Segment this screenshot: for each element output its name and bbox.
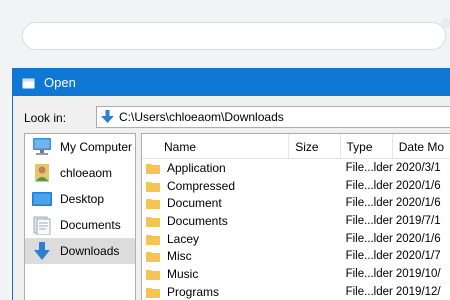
folder-icon: [146, 199, 160, 210]
folder-icon: [146, 269, 160, 280]
file-type: File...lder: [345, 267, 393, 280]
avatar[interactable]: [441, 18, 450, 28]
file-row[interactable]: Application File...lder 2020/3/1: [142, 159, 450, 177]
look-in-combobox[interactable]: C:\Users\chloeaom\Downloads: [96, 106, 450, 128]
download-arrow-icon: [101, 110, 114, 123]
file-row[interactable]: Misc File...lder 2020/1/7: [142, 247, 450, 265]
place-label: chloeaom: [60, 166, 113, 180]
folder-icon: [146, 252, 160, 263]
file-name: Application: [167, 160, 226, 175]
file-row[interactable]: Documents File...lder 2019/7/1: [142, 212, 450, 230]
look-in-label: Look in:: [24, 111, 67, 125]
file-type: File...lder: [345, 197, 393, 210]
window-icon: [22, 78, 35, 88]
file-name: Compressed: [167, 178, 236, 193]
file-name: Lacey: [167, 231, 200, 246]
file-date: 2020/1/7: [395, 250, 441, 263]
computer-icon: [31, 137, 53, 157]
file-type: File...lder: [345, 285, 393, 298]
file-row[interactable]: Compressed File...lder 2020/1/6: [142, 177, 450, 195]
folder-icon: [146, 287, 160, 298]
place-documents[interactable]: Documents: [25, 212, 135, 238]
column-header-name[interactable]: Name: [142, 134, 290, 159]
file-date: 2019/10/: [395, 267, 441, 280]
place-user[interactable]: chloeaom: [25, 160, 135, 186]
file-date: 2020/1/6: [395, 232, 441, 245]
file-list-header: Name Size Type Date Mo: [142, 134, 450, 159]
folder-icon: [146, 216, 160, 227]
file-list[interactable]: Name Size Type Date Mo Application File.…: [141, 133, 450, 300]
address-bar[interactable]: [22, 22, 446, 50]
place-label: Desktop: [60, 192, 105, 206]
column-header-size[interactable]: Size: [289, 134, 341, 159]
file-row[interactable]: Music File...lder 2019/10/: [142, 265, 450, 283]
folder-icon: [146, 234, 160, 245]
place-desktop[interactable]: Desktop: [25, 186, 135, 212]
dialog-title: Open: [44, 75, 76, 90]
file-name: Music: [167, 266, 199, 281]
file-name: Programs: [167, 284, 220, 299]
place-label: My Computer: [60, 140, 133, 154]
file-row[interactable]: Programs File...lder 2019/12/: [142, 283, 450, 300]
file-type: File...lder: [345, 161, 393, 174]
user-icon: [31, 163, 53, 183]
column-header-type[interactable]: Type: [341, 134, 393, 159]
places-bar: My Computer chloeaom Desktop Documents D…: [24, 133, 136, 300]
file-type: File...lder: [345, 232, 393, 245]
file-date: 2020/1/6: [395, 179, 441, 192]
file-date: 2020/1/6: [395, 197, 441, 210]
place-label: Downloads: [60, 244, 120, 258]
open-dialog: Open Look in: C:\Users\chloeaom\Download…: [12, 68, 450, 300]
file-name: Documents: [167, 213, 228, 228]
look-in-path: C:\Users\chloeaom\Downloads: [119, 110, 284, 124]
file-type: File...lder: [345, 214, 393, 227]
place-label: Documents: [60, 218, 121, 232]
file-date: 2020/3/1: [395, 161, 441, 174]
place-my-computer[interactable]: My Computer: [25, 134, 135, 160]
place-downloads[interactable]: Downloads: [25, 238, 135, 264]
file-date: 2019/7/1: [395, 214, 441, 227]
column-header-date[interactable]: Date Mo: [393, 134, 450, 159]
folder-icon: [146, 163, 160, 174]
file-row[interactable]: Lacey File...lder 2020/1/6: [142, 230, 450, 248]
file-row[interactable]: Document File...lder 2020/1/6: [142, 194, 450, 212]
dialog-titlebar[interactable]: Open: [13, 69, 450, 96]
file-date: 2019/12/: [395, 285, 441, 298]
file-name: Document: [167, 196, 222, 211]
folder-icon: [146, 181, 160, 192]
file-type: File...lder: [345, 250, 393, 263]
documents-icon: [31, 215, 53, 235]
downloads-icon: [31, 241, 53, 261]
file-name: Misc: [167, 249, 192, 264]
desktop-icon: [31, 189, 53, 209]
file-type: File...lder: [345, 179, 393, 192]
